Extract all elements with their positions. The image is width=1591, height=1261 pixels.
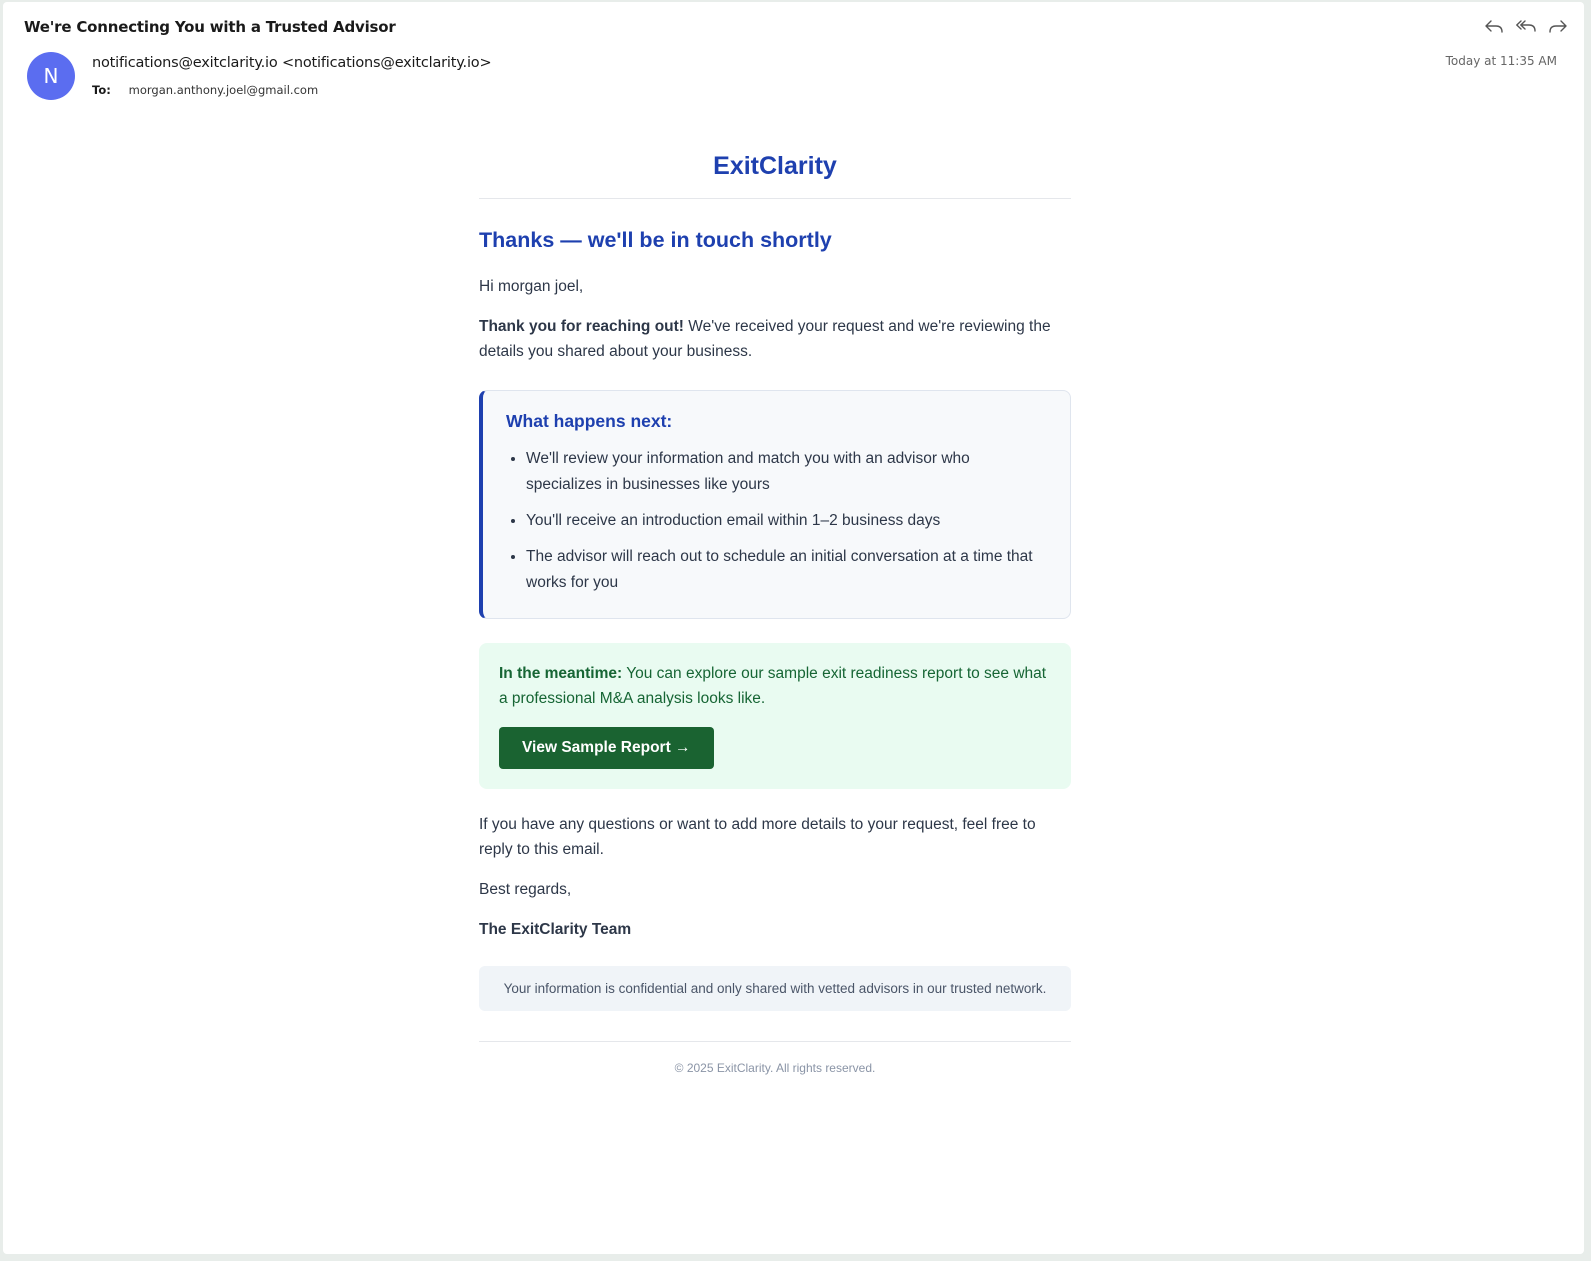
questions-paragraph: If you have any questions or want to add…	[479, 816, 1036, 858]
list-item: The advisor will reach out to schedule a…	[526, 544, 1048, 596]
recipient-row: To: morgan.anthony.joel@gmail.com	[92, 83, 318, 97]
email-window: We're Connecting You with a Trusted Advi…	[3, 2, 1584, 1254]
meantime-box: In the meantime: You can explore our sam…	[479, 643, 1071, 789]
reply-all-icon[interactable]	[1516, 16, 1536, 36]
meantime-bold: In the meantime:	[499, 665, 623, 682]
greeting: Hi morgan joel,	[479, 278, 584, 295]
footer-copyright: © 2025 ExitClarity. All rights reserved.	[479, 1041, 1071, 1075]
list-item: We'll review your information and match …	[526, 446, 1048, 498]
email-body: ExitClarity Thanks — we'll be in touch s…	[479, 152, 1071, 1075]
closing: Best regards,	[479, 881, 572, 898]
email-date: Today at 11:35 AM	[1445, 54, 1557, 68]
to-label: To:	[92, 83, 111, 97]
confidential-notice: Your information is confidential and onl…	[479, 966, 1071, 1011]
intro-paragraph: Thank you for reaching out! We've receiv…	[479, 314, 1071, 364]
intro-bold: Thank you for reaching out!	[479, 318, 684, 335]
email-subject: We're Connecting You with a Trusted Advi…	[24, 18, 396, 36]
brand-logo: ExitClarity	[479, 152, 1071, 199]
view-sample-report-button[interactable]: View Sample Report →	[499, 727, 714, 769]
email-heading: Thanks — we'll be in touch shortly	[479, 228, 832, 252]
signature: The ExitClarity Team	[479, 921, 632, 938]
next-steps-list: We'll review your information and match …	[506, 446, 1048, 596]
recipient-address[interactable]: morgan.anthony.joel@gmail.com	[129, 83, 319, 97]
sender-avatar: N	[27, 52, 75, 100]
email-actions	[1484, 16, 1568, 36]
sender-address[interactable]: notifications@exitclarity.io <notificati…	[92, 55, 492, 71]
meantime-paragraph: In the meantime: You can explore our sam…	[499, 661, 1051, 711]
next-steps-title: What happens next:	[506, 411, 673, 431]
forward-icon[interactable]	[1548, 16, 1568, 36]
reply-icon[interactable]	[1484, 16, 1504, 36]
next-steps-box: What happens next: We'll review your inf…	[479, 390, 1071, 619]
list-item: You'll receive an introduction email wit…	[526, 508, 1048, 534]
